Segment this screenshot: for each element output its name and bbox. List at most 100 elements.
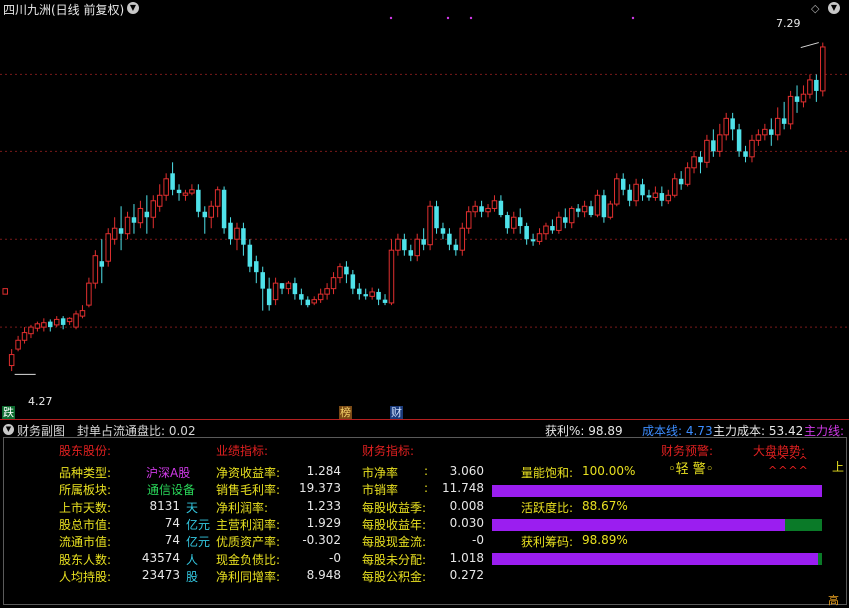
candle-body	[395, 238, 401, 251]
chevron-down-icon[interactable]: ▼	[127, 2, 139, 14]
candle-body	[330, 277, 337, 290]
candle-body	[633, 183, 639, 202]
candle-body	[118, 228, 124, 234]
col2-label: 净资收益率:	[216, 466, 281, 480]
col2-value: 19.373	[299, 481, 341, 495]
candle-body	[550, 226, 555, 231]
candle-body	[317, 293, 324, 301]
perf-header: 业绩指标:	[216, 444, 269, 458]
candle-body	[774, 117, 781, 136]
high-arrow	[800, 42, 819, 49]
event-dot	[469, 16, 473, 20]
metric-value: 88.67%	[582, 499, 628, 513]
candle-body	[659, 193, 665, 201]
col1-value: 23473	[141, 568, 180, 582]
col3-label: 市净率	[362, 466, 399, 480]
tag-cai[interactable]: 财	[390, 406, 403, 419]
tag-bang[interactable]: 榜	[339, 406, 352, 419]
col2-value: 8.948	[306, 568, 341, 582]
panel-divider[interactable]	[0, 419, 849, 420]
chevron-down-icon[interactable]: ▼	[828, 2, 840, 14]
candle-body	[28, 326, 34, 335]
candle-body	[678, 178, 684, 185]
candle-body	[299, 294, 304, 300]
candle-body	[684, 167, 691, 185]
col1-value: 74	[164, 533, 180, 547]
candle-body	[543, 225, 549, 235]
candlestick-chart[interactable]	[0, 0, 849, 418]
candle-body	[472, 205, 478, 213]
candle-body	[414, 238, 420, 257]
candle-body	[614, 178, 620, 205]
candle-body	[465, 211, 472, 229]
col3-value: 0.030	[449, 516, 484, 530]
edge-text: 上	[832, 460, 845, 474]
candle-body	[241, 228, 246, 245]
metric-bar-fill	[492, 485, 822, 497]
candle-body	[402, 239, 407, 251]
col1-label: 人均持股:	[59, 570, 112, 584]
candle-body	[453, 244, 459, 251]
tag-die[interactable]: 跌	[2, 406, 15, 419]
metric-value: 98.89%	[582, 533, 628, 547]
col2-label: 净利同增率:	[216, 570, 281, 584]
candle-body	[92, 255, 99, 284]
candle-body	[196, 189, 201, 212]
subchart-toggle-icon[interactable]: ▼	[3, 424, 14, 435]
col3-label: 每股未分配:	[362, 553, 427, 567]
event-dot	[446, 16, 450, 20]
candle-body	[79, 310, 86, 317]
candle-body	[344, 266, 349, 275]
candle-body	[479, 206, 484, 212]
candle-body	[131, 217, 137, 223]
warn-header: 财务预警:	[661, 444, 714, 458]
chart-title: 四川九洲(日线 前复权)	[3, 3, 125, 17]
candle-body	[652, 192, 659, 198]
col1-unit: 股	[186, 570, 199, 584]
candle-body	[749, 139, 755, 158]
col3-label: 每股收益季:	[362, 501, 427, 515]
event-dot	[389, 16, 393, 20]
candle-body	[163, 178, 169, 196]
metric-value: 100.00%	[582, 464, 636, 478]
col2-value: 1.233	[306, 499, 341, 513]
candle-body	[814, 79, 819, 91]
candle-body	[247, 244, 253, 267]
candle-body	[53, 318, 60, 326]
candle-body	[646, 195, 652, 198]
candle-body	[505, 215, 510, 229]
candle-body	[434, 206, 439, 229]
candle-body	[369, 291, 375, 297]
candle-body	[189, 189, 195, 194]
candle-body	[221, 189, 227, 229]
candle-body	[588, 206, 594, 216]
col3-sep: :	[424, 481, 429, 495]
candle-body	[66, 317, 73, 323]
col1-unit: 人	[186, 553, 199, 567]
candle-body	[99, 261, 105, 267]
candle-body	[691, 156, 697, 169]
candle-body	[311, 299, 317, 304]
candle-body	[671, 178, 678, 196]
candle-body	[440, 228, 446, 234]
col1-value: 8131	[149, 499, 180, 513]
candle-body	[575, 208, 581, 212]
candle-body	[743, 151, 748, 157]
candle-body	[305, 299, 311, 306]
candle-body	[350, 274, 356, 289]
diamond-icon[interactable]: ◇	[811, 2, 819, 15]
candle-body	[601, 195, 607, 218]
col3-label: 每股收益年:	[362, 518, 427, 532]
candle-body	[170, 173, 175, 190]
col1-label: 股东人数:	[59, 553, 112, 567]
metric-label: 活跃度比:	[521, 501, 574, 515]
candle-body	[363, 294, 368, 297]
candle-body	[382, 299, 388, 303]
candle-body	[447, 233, 452, 245]
candle-body	[182, 192, 189, 196]
candle-body	[279, 283, 285, 289]
col1-unit: 亿元	[186, 518, 211, 532]
candle-body	[292, 283, 298, 295]
candle-body	[556, 216, 562, 231]
candle-body	[285, 282, 292, 290]
